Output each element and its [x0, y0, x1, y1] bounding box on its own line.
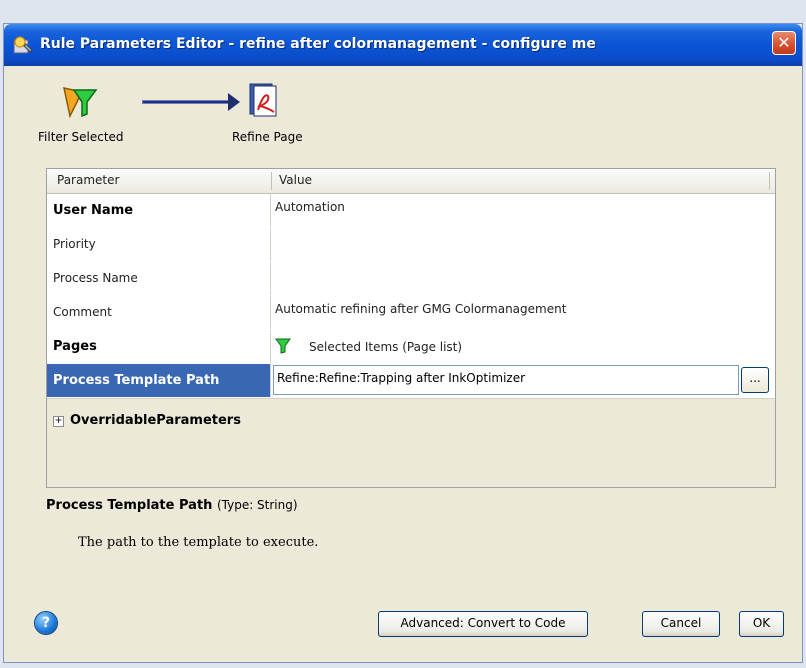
- filter-icon: [63, 87, 98, 119]
- table-row[interactable]: Process Name: [47, 262, 775, 297]
- grid-header: Parameter Value: [47, 169, 775, 194]
- table-row[interactable]: Comment Automatic refining after GMG Col…: [47, 296, 775, 331]
- param-name: Comment: [47, 296, 271, 329]
- description-param-name: Process Template Path: [46, 498, 213, 513]
- close-button[interactable]: ✕: [772, 31, 796, 55]
- param-name: Pages: [47, 330, 271, 363]
- param-name: Process Template Path: [47, 364, 271, 397]
- param-name: User Name: [47, 194, 271, 227]
- table-row[interactable]: User Name Automation: [47, 194, 775, 229]
- help-button[interactable]: ?: [35, 612, 57, 634]
- group-label: OverridableParameters: [70, 413, 241, 428]
- param-name: Process Name: [47, 262, 271, 295]
- description-title: Process Template Path (Type: String): [46, 498, 298, 513]
- close-icon: ✕: [777, 33, 791, 52]
- workflow-node-refine[interactable]: [246, 82, 282, 120]
- pages-value-text: Selected Items (Page list): [309, 340, 463, 354]
- convert-to-code-button[interactable]: Advanced: Convert to Code: [378, 611, 588, 637]
- refine-page-icon: [249, 83, 277, 117]
- description-text: The path to the template to execute.: [78, 535, 319, 550]
- rule-editor-icon: [13, 36, 33, 54]
- workflow-label-filter: Filter Selected: [38, 130, 124, 144]
- param-name: Priority: [47, 228, 271, 261]
- column-divider[interactable]: [271, 172, 272, 190]
- expand-icon[interactable]: +: [53, 416, 64, 427]
- workflow-node-filter[interactable]: [60, 82, 102, 122]
- ok-button[interactable]: OK: [739, 611, 784, 637]
- workflow-label-refine: Refine Page: [232, 130, 303, 144]
- column-divider[interactable]: [769, 172, 770, 190]
- help-icon: ?: [41, 615, 51, 631]
- browse-button[interactable]: ...: [741, 367, 769, 393]
- table-row[interactable]: Priority: [47, 228, 775, 263]
- workflow-arrow: [142, 100, 232, 104]
- window-title: Rule Parameters Editor - refine after co…: [40, 36, 596, 52]
- column-header-parameter[interactable]: Parameter: [57, 173, 119, 187]
- template-path-input[interactable]: Refine:Refine:Trapping after InkOptimize…: [273, 365, 739, 395]
- description-type: (Type: String): [216, 498, 298, 512]
- table-row[interactable]: Pages Selected Items (Page list): [47, 330, 775, 365]
- parameter-grid[interactable]: Parameter Value User Name Automation Pri…: [46, 168, 776, 488]
- cancel-button[interactable]: Cancel: [642, 611, 720, 637]
- column-header-value[interactable]: Value: [279, 173, 312, 187]
- table-row-selected[interactable]: Process Template Path Refine:Refine:Trap…: [47, 364, 775, 399]
- workflow-arrow-head: [228, 93, 240, 111]
- overridable-parameters-group[interactable]: + OverridableParameters: [53, 413, 241, 428]
- filter-icon: [275, 338, 291, 354]
- title-bar[interactable]: Rule Parameters Editor - refine after co…: [4, 24, 802, 66]
